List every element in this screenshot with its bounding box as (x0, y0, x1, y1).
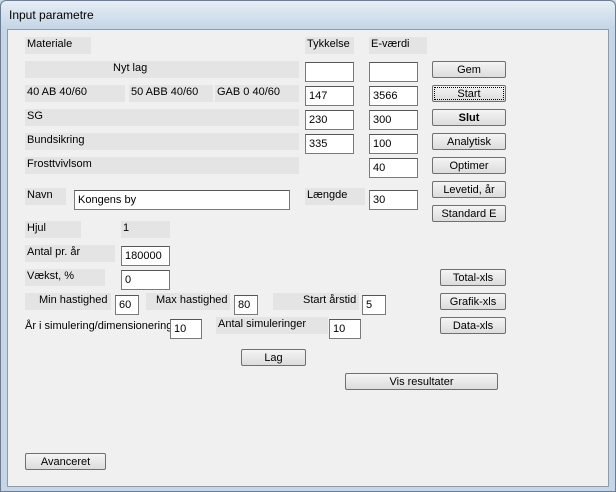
standard-e-button[interactable]: Standard E (432, 205, 506, 222)
sg-evaerdi-input[interactable] (369, 110, 418, 130)
grafik-xls-button[interactable]: Grafik-xls (440, 293, 506, 310)
nytlag-evaerdi-input[interactable] (369, 62, 418, 82)
optimer-button[interactable]: Optimer (432, 157, 506, 174)
layer-50abb-label: 50 ABB 40/60 (129, 85, 213, 102)
frost-evaerdi-input[interactable] (369, 158, 418, 178)
antal-simuleringer-label: Antal simuleringer (216, 317, 328, 334)
bundsikring-label: Bundsikring (25, 133, 299, 150)
nytlag-label: Nyt lag (25, 61, 299, 78)
antal-input[interactable] (121, 246, 170, 266)
materiale-header: Materiale (25, 37, 91, 54)
laengde-label: Længde (305, 188, 365, 205)
bundsikring-tykkelse-input[interactable] (305, 134, 354, 154)
max-hastighed-input[interactable] (234, 295, 258, 315)
layer-40ab-label: 40 AB 40/60 (25, 85, 125, 102)
antal-simuleringer-input[interactable] (329, 319, 361, 339)
vis-resultater-button[interactable]: Vis resultater (345, 373, 498, 390)
layer-gab-label: GAB 0 40/60 (215, 85, 299, 102)
sg-label: SG (25, 109, 299, 126)
hjul-label: Hjul (25, 221, 81, 238)
laengde-input[interactable] (369, 190, 418, 210)
min-hastighed-input[interactable] (115, 295, 139, 315)
avanceret-button[interactable]: Avanceret (25, 453, 106, 470)
frosttvivlsom-label: Frosttvivlsom (25, 157, 299, 174)
navn-label: Navn (25, 188, 66, 205)
slut-button[interactable]: Slut (432, 109, 506, 126)
sg-tykkelse-input[interactable] (305, 110, 354, 130)
max-hastighed-label: Max hastighed (146, 293, 230, 310)
evaerdi-header: E-værdi (369, 37, 427, 54)
start-aarstid-input[interactable] (362, 295, 386, 315)
nytlag-tykkelse-input[interactable] (305, 62, 354, 82)
analytisk-button[interactable]: Analytisk (432, 133, 506, 150)
aar-simulering-label: År i simulering/dimensionering (25, 320, 173, 332)
aar-simulering-input[interactable] (170, 319, 202, 339)
asphalt-evaerdi-input[interactable] (369, 86, 418, 106)
bundsikring-evaerdi-input[interactable] (369, 134, 418, 154)
title-bar[interactable]: Input parametre (1, 1, 615, 29)
start-button[interactable]: Start (432, 85, 506, 102)
vaekst-label: Vækst, % (25, 269, 105, 286)
min-hastighed-label: Min hastighed (25, 293, 111, 310)
navn-input[interactable] (74, 190, 290, 210)
hjul-value: 1 (121, 221, 170, 238)
total-xls-button[interactable]: Total-xls (440, 269, 506, 286)
levetid-button[interactable]: Levetid, år (432, 181, 506, 198)
vaekst-input[interactable] (121, 270, 170, 290)
asphalt-tykkelse-input[interactable] (305, 86, 354, 106)
input-parametre-window: Input parametre Materiale Tykkelse E-vær… (0, 0, 616, 492)
antal-label: Antal pr. år (25, 245, 115, 262)
lag-button[interactable]: Lag (241, 349, 306, 366)
start-aarstid-label: Start årstid (273, 293, 359, 310)
window-title: Input parametre (9, 8, 94, 22)
gem-button[interactable]: Gem (432, 61, 506, 78)
tykkelse-header: Tykkelse (305, 37, 354, 54)
data-xls-button[interactable]: Data-xls (440, 317, 506, 334)
form-panel: Materiale Tykkelse E-værdi Nyt lag Gem 4… (7, 29, 609, 487)
